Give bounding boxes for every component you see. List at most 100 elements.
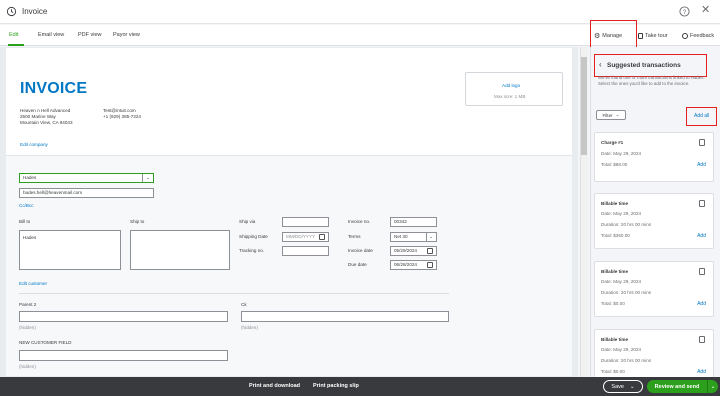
close-icon[interactable]: ✕ [701,5,710,16]
ck-field[interactable] [241,311,449,322]
open-transaction-icon[interactable] [699,268,705,275]
ship-via-field[interactable] [282,217,329,227]
invoice-date-value: 05/29/2024 [394,248,417,253]
new-customer-field-label: NEW CUSTOMER FIELD [19,340,72,345]
bill-to-field[interactable]: Hades [19,230,121,270]
cc-bcc-link[interactable]: Cc/Bcc [19,203,34,209]
card-date: Date: May 29, 2024 [601,151,642,156]
shipping-date-field[interactable]: MM/DD/YYYY [282,232,329,242]
invoice-title: INVOICE [20,80,88,97]
chevron-down-icon: ⌄ [629,383,635,390]
help-icon[interactable]: ? [679,6,690,17]
panel-title: Suggested transactions [607,62,681,69]
card-date: Date: May 29, 2024 [601,279,642,284]
terms-value: Net 30 [394,234,408,239]
parent-2-label: Parent 2 [19,302,37,307]
feedback-label: Feedback [690,33,715,39]
tab-email-view[interactable]: Email view [38,32,64,38]
customer-select[interactable]: Hades ⌄ [19,173,154,183]
company-phone: +1 (929) 385-7324 [103,114,141,119]
card-date: Date: May 29, 2024 [601,347,642,352]
panel-description: We've found one or more transactions lin… [598,75,705,86]
hidden-note: (hidden) [19,325,36,330]
due-date-value: 06/28/2024 [394,262,417,267]
card-add-link[interactable]: Add [697,233,706,239]
add-logo-box[interactable]: Add logo Max size: 1 MB [465,72,563,106]
card-total: Total: $360.00 [601,233,630,238]
card-add-link[interactable]: Add [697,162,706,168]
ship-via-label: Ship via [239,219,256,224]
manage-button[interactable]: ⚙ Manage [594,31,622,41]
card-add-link[interactable]: Add [697,369,706,375]
add-all-link[interactable]: Add all [694,113,709,119]
edit-customer-link[interactable]: Edit customer [19,281,47,287]
card-title: Charge #1 [601,140,624,145]
window-title: Invoice [22,7,48,16]
edit-company-link[interactable]: Edit company [20,142,48,148]
card-duration: Duration: 20 hrs 00 mins [601,358,652,363]
open-transaction-icon[interactable] [699,200,705,207]
suggested-transaction-card[interactable]: Billable time Date: May 29, 2024 Duratio… [594,329,714,377]
card-title: Billable time [601,269,629,274]
chevron-down-icon: ⌄ [142,174,150,182]
card-total: Total: $88.00 [601,162,628,167]
print-download-button[interactable]: Print and download [249,383,300,389]
calendar-icon[interactable] [319,234,325,240]
section-divider [19,293,449,294]
suggested-transaction-card[interactable]: Billable time Date: May 29, 2024 Duratio… [594,261,714,317]
invoice-no-field[interactable]: 00342 [390,217,437,227]
card-total: Total: $0.00 [601,369,625,374]
customer-email-field[interactable]: hades.hell@heavenmail.com [19,188,154,198]
card-title: Billable time [601,201,629,206]
view-tabs-bar: Edit Email view PDF view Payor view ⚙ Ma… [0,20,720,50]
hidden-note: (hidden) [241,325,258,330]
form-scrollbar-thumb[interactable] [581,57,587,155]
active-tab-indicator [8,44,24,46]
suggested-transaction-card[interactable]: Charge #1 Date: May 29, 2024 Total: $88.… [594,132,714,182]
save-button[interactable]: Save ⌄ [603,380,643,393]
card-add-link[interactable]: Add [697,301,706,307]
suggested-transaction-card[interactable]: Billable time Date: May 29, 2024 Duratio… [594,193,714,249]
feedback-button[interactable]: Feedback [682,31,714,41]
ck-label: Ck [241,302,247,307]
svg-text:?: ? [683,9,687,16]
chevron-left-icon[interactable]: ‹ [599,60,602,69]
invoice-no-label: Invoice no. [348,219,371,224]
shipping-date-label: Shipping Date [239,234,268,239]
customer-name-value: Hades [23,175,37,180]
gear-icon: ⚙ [594,33,601,40]
chevron-down-icon: ⌄ [426,233,433,241]
invoice-date-field[interactable]: 05/29/2024 [390,246,437,256]
review-and-send-button[interactable]: Review and send [647,380,707,393]
open-transaction-icon[interactable] [699,139,705,146]
calendar-icon[interactable] [427,248,433,254]
tab-edit[interactable]: Edit [9,32,18,38]
tab-pdf-view[interactable]: PDF view [78,32,102,38]
tab-payor-view[interactable]: Payor view [113,32,140,38]
print-packing-slip-button[interactable]: Print packing slip [313,383,359,389]
due-date-label: Due date [348,262,367,267]
ship-to-field[interactable] [130,230,230,270]
add-logo-label: Add logo [502,83,521,88]
hidden-note: (hidden) [19,364,36,369]
tracking-no-field[interactable] [282,246,329,256]
card-date: Date: May 29, 2024 [601,211,642,216]
tour-icon [638,33,643,39]
due-date-field[interactable]: 06/28/2024 [390,260,437,270]
parent-2-field[interactable] [19,311,228,322]
open-transaction-icon[interactable] [699,336,705,343]
history-icon[interactable] [6,6,17,17]
terms-select[interactable]: Net 30 ⌄ [390,232,437,242]
card-duration: Duration: 20 hrs 00 mins [601,290,652,295]
shipping-date-placeholder: MM/DD/YYYY [286,234,316,239]
max-size-label: Max size: 1 MB [494,94,526,99]
save-label: Save [611,383,624,390]
bill-to-label: Bill to [19,219,31,224]
terms-label: Terms [348,234,361,239]
take-tour-button[interactable]: Take tour [638,31,668,41]
new-customer-field[interactable] [19,350,228,361]
filter-button[interactable]: Filter ⌄ [596,110,626,120]
tracking-no-label: Tracking no. [239,248,265,253]
calendar-icon[interactable] [427,262,433,268]
chevron-down-icon: ⌄ [615,112,620,117]
